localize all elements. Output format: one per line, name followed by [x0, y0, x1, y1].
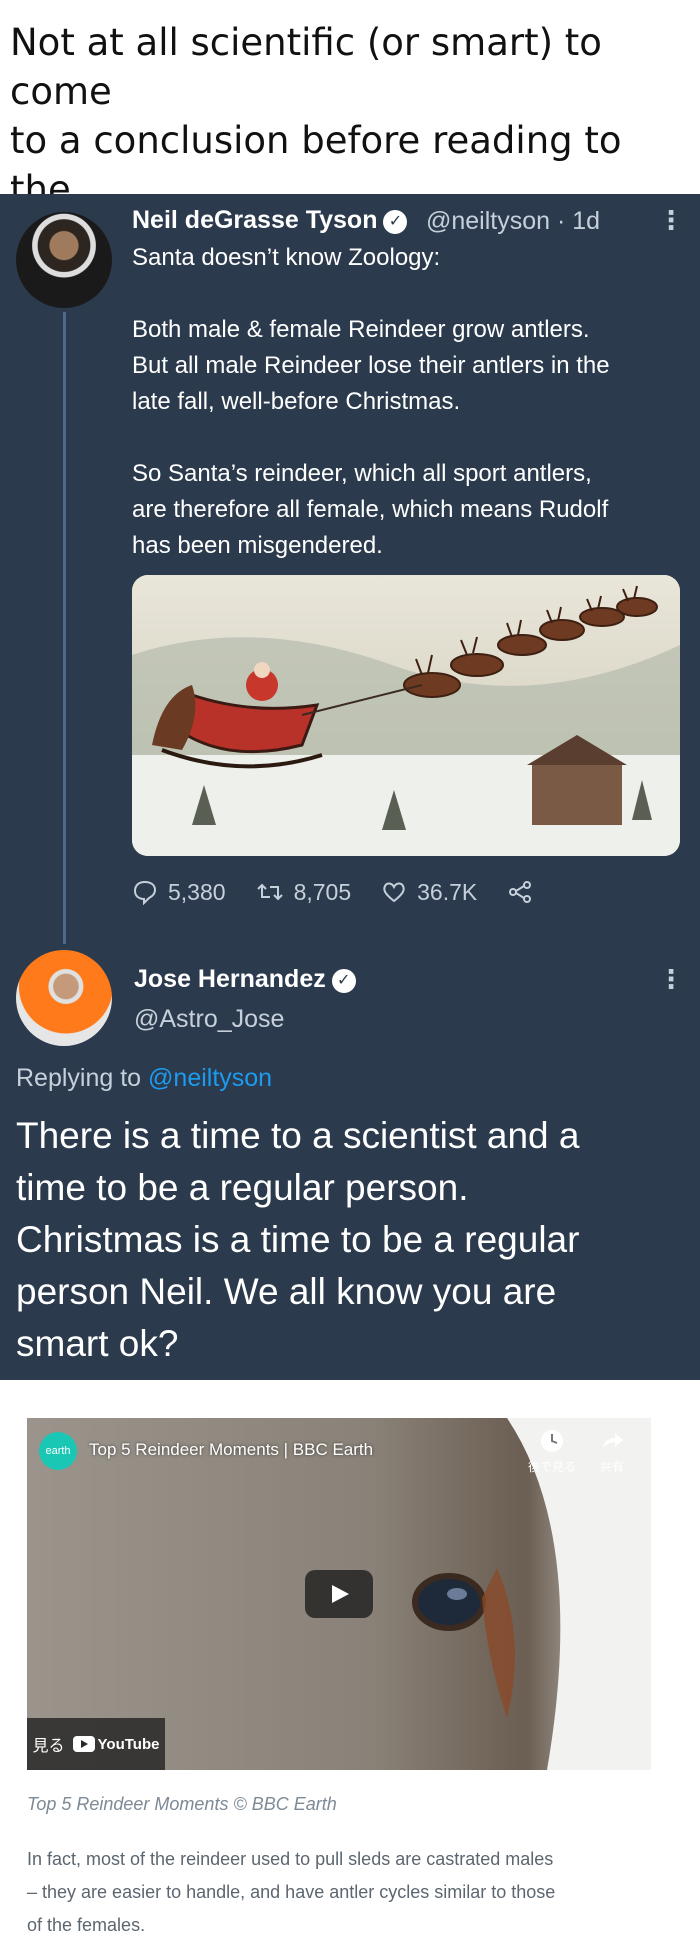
reply-bubble-icon [133, 880, 157, 905]
video-caption: Top 5 Reindeer Moments © BBC Earth [27, 1794, 337, 1814]
share-icon [509, 881, 532, 903]
share-action[interactable] [507, 879, 543, 905]
verified-icon: ✓ [331, 969, 356, 993]
tweet-actions: 5,380 8,705 36.7K [132, 874, 573, 910]
verified-icon: ✓ [383, 210, 408, 234]
play-button[interactable] [305, 1570, 373, 1618]
video-title[interactable]: Top 5 Reindeer Moments | BBC Earth [89, 1440, 373, 1460]
replying-to-line: Replying to @neiltyson [16, 1064, 272, 1093]
reply-author-label[interactable]: Jose Hernandez [134, 965, 326, 993]
embedded-video[interactable]: earth Top 5 Reindeer Moments | BBC Earth… [27, 1418, 651, 1770]
tweet-image[interactable] [132, 575, 680, 856]
article-paragraph: In fact, most of the reindeer used to pu… [27, 1849, 556, 1935]
more-options-icon[interactable]: ⋮ [658, 964, 684, 995]
clock-icon [541, 1430, 563, 1452]
reply-handle[interactable]: @Astro_Jose [134, 1005, 284, 1034]
youtube-logo-icon: YouTube [72, 1735, 160, 1753]
tweet-author-label[interactable]: Neil deGrasse Tyson [132, 206, 377, 234]
retweet-icon [256, 883, 283, 901]
like-action[interactable]: 36.7K [381, 879, 477, 906]
play-icon [332, 1585, 349, 1603]
watch-on-label: 見る [32, 1738, 65, 1755]
like-count: 36.7K [417, 878, 478, 905]
tweet-text: Santa doesn’t know Zoology: Both male & … [132, 244, 610, 559]
watch-later-label: 後で見る [527, 1460, 576, 1474]
santa-sleigh-illustration-icon [132, 575, 680, 856]
retweet-action[interactable]: 8,705 [256, 878, 352, 906]
reply-count: 5,380 [168, 878, 226, 905]
watch-on-youtube-button[interactable]: 見る YouTube [27, 1718, 165, 1770]
bbc-earth-channel-icon[interactable]: earth [39, 1432, 77, 1470]
jose-avatar[interactable] [16, 950, 112, 1046]
share-video-button[interactable]: 共有 [577, 1428, 647, 1475]
tweet-author-name[interactable]: Neil deGrasse Tyson ✓ [132, 206, 408, 235]
replying-prefix: Replying to [16, 1064, 142, 1092]
neil-avatar[interactable] [16, 212, 112, 308]
share-video-label: 共有 [599, 1460, 624, 1474]
share-arrow-icon [603, 1433, 623, 1448]
reply-author-name[interactable]: Jose Hernandez ✓ [134, 965, 356, 994]
more-options-icon[interactable]: ⋮ [658, 205, 684, 236]
replying-to-link[interactable]: @neiltyson [148, 1064, 272, 1092]
reply-text: There is a time to a scientist and a tim… [16, 1115, 580, 1364]
tweet-handle-time[interactable]: @neiltyson · 1d [426, 207, 600, 236]
youtube-label: YouTube [97, 1735, 160, 1753]
retweet-count: 8,705 [293, 878, 352, 905]
reply-action[interactable]: 5,380 [132, 879, 226, 906]
heart-icon [383, 882, 405, 903]
thread-connector-line [63, 312, 66, 944]
